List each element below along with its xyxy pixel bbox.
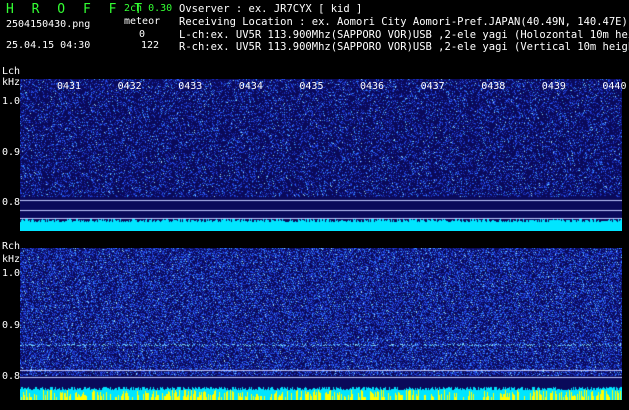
lch-meteor-count: 0 [139, 29, 146, 40]
rch-label: Rch [2, 241, 21, 252]
time-tick-0434: 0434 [238, 81, 263, 92]
lch-ytick-1: 1.0 [2, 96, 21, 107]
time-tick-0438: 0438 [481, 81, 506, 92]
time-tick-0431: 0431 [57, 81, 82, 92]
time-tick-0437: 0437 [420, 81, 445, 92]
location-info: Receiving Location : ex. Aomori City Aom… [179, 16, 628, 28]
observer-info: Ovserver : ex. JR7CYX [ kid ] [179, 3, 363, 15]
rch-receiver-info: R-ch:ex. UV5R 113.900Mhz(SAPPORO VOR)USB… [179, 41, 629, 53]
lch-unit: kHz [2, 77, 21, 88]
lch-spectrogram [20, 79, 622, 231]
lch-label: Lch [2, 66, 21, 77]
time-tick-0433: 0433 [178, 81, 203, 92]
time-tick-0436: 0436 [360, 81, 385, 92]
time-tick-0440: 0440 [602, 81, 627, 92]
rch-ytick-2: 0.9 [2, 320, 21, 331]
meteor-label: meteor [124, 16, 161, 27]
mode-label: 2ch 0.30 [124, 3, 173, 14]
datetime-label: 25.04.15 04:30 [6, 40, 91, 51]
time-tick-0435: 0435 [299, 81, 324, 92]
lch-receiver-info: L-ch:ex. UV5R 113.900Mhz(SAPPORO VOR)USB… [179, 29, 629, 41]
rch-spectrogram [20, 248, 622, 400]
lch-ytick-2: 0.9 [2, 147, 21, 158]
filename-label: 2504150430.png [6, 19, 91, 30]
rch-meteor-count: 122 [141, 40, 160, 51]
rch-ytick-3: 0.8 [2, 371, 21, 382]
time-tick-0439: 0439 [541, 81, 566, 92]
time-tick-0432: 0432 [117, 81, 142, 92]
lch-spectrogram-canvas [20, 79, 622, 231]
rch-ytick-1: 1.0 [2, 268, 21, 279]
rch-unit: kHz [2, 254, 21, 265]
lch-ytick-3: 0.8 [2, 197, 21, 208]
rch-spectrogram-canvas [20, 248, 622, 400]
